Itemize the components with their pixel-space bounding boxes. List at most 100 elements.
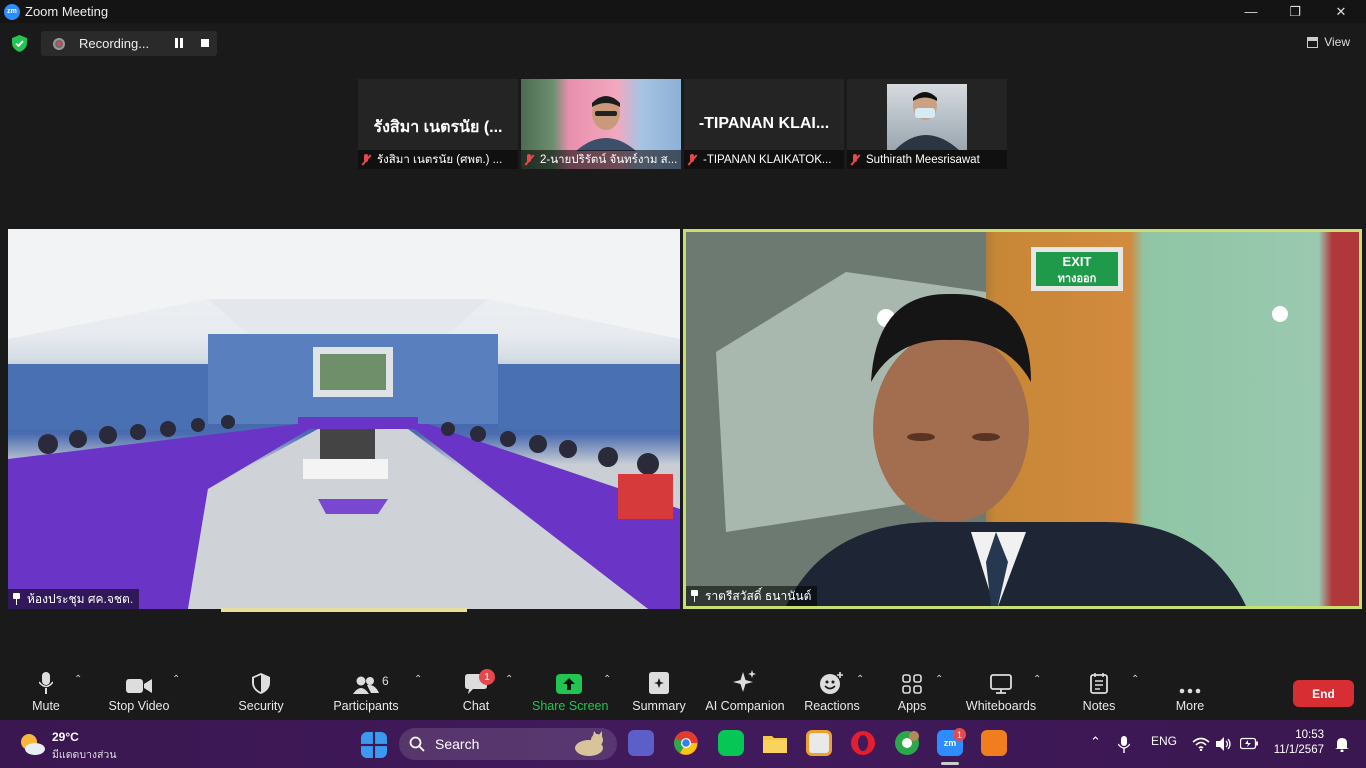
stop-video-label: Stop Video [108, 699, 170, 713]
reactions-label: Reactions [804, 699, 860, 713]
taskbar-search-box[interactable]: Search [399, 728, 617, 760]
video-camera-icon [126, 679, 152, 693]
participant-name: Suthirath Meesrisawat [866, 153, 980, 166]
notes-button[interactable]: Notes [1080, 660, 1118, 720]
show-hidden-icons-chevron-icon[interactable]: ⌃ [1090, 734, 1101, 750]
participant-name: 2-นายปริรัตน์ จันทร์งาม ส... [540, 153, 678, 166]
participant-video-icon [576, 96, 636, 151]
participant-big-name: -TIPANAN KLAI... [698, 115, 830, 132]
participant-name-bar: 2-นายปริรัตน์ จันทร์งาม ส... [521, 150, 681, 169]
partly-sunny-icon [21, 734, 45, 755]
share-screen-button[interactable]: Share Screen [532, 660, 609, 720]
muted-mic-icon [850, 153, 861, 166]
audio-options-chevron-icon[interactable]: ⌃ [74, 674, 82, 685]
weather-widget[interactable]: 29°C มีแดดบางส่วน [18, 730, 128, 761]
participants-count: 6 [382, 674, 389, 688]
battery-charging-icon[interactable] [1240, 737, 1258, 750]
tray-microphone-icon[interactable] [1118, 736, 1130, 753]
wifi-icon[interactable] [1192, 737, 1210, 751]
teams-app-icon[interactable] [628, 730, 654, 756]
summary-document-icon [649, 672, 669, 694]
recording-label: Recording... [79, 36, 150, 51]
exit-sign-thai-text: ทางออก [1058, 273, 1097, 285]
more-label: More [1175, 699, 1205, 713]
opera-browser-icon[interactable] [850, 730, 876, 756]
video-options-chevron-icon[interactable]: ⌃ [172, 674, 180, 685]
participants-label: Participants [333, 699, 399, 713]
apps-options-chevron-icon[interactable]: ⌃ [935, 674, 943, 685]
share-screen-icon [556, 674, 582, 694]
chrome-profile-app-icon[interactable] [894, 730, 920, 756]
search-highlight-cat-icon [575, 731, 603, 756]
stop-video-button[interactable]: Stop Video [106, 660, 172, 720]
windows-taskbar: 29°C มีแดดบางส่วน Search zm 1 ⌃ ENG 10:5… [0, 720, 1366, 768]
participant-tile[interactable]: -TIPANAN KLAI... -TIPANAN KLAIKATOK... [684, 79, 844, 169]
notes-options-chevron-icon[interactable]: ⌃ [1131, 674, 1139, 685]
chat-options-chevron-icon[interactable]: ⌃ [505, 674, 513, 685]
video-tile-active-speaker[interactable]: EXIT ทางออก ราตรีสวัสดิ์ ธนานันต์ [683, 229, 1362, 609]
more-button[interactable]: More [1170, 660, 1210, 720]
share-options-chevron-icon[interactable]: ⌃ [603, 674, 611, 685]
video-participant-name: ราตรีสวัสดิ์ ธนานันต์ [705, 588, 812, 603]
reactions-options-chevron-icon[interactable]: ⌃ [856, 674, 864, 685]
chat-label: Chat [462, 699, 490, 713]
video-name-label: ห้องประชุม ศค.จชต. [8, 589, 140, 609]
chat-unread-badge: 1 [479, 669, 495, 685]
participant-name: -TIPANAN KLAIKATOK... [703, 153, 832, 166]
pause-recording-icon[interactable] [174, 38, 184, 49]
search-label: Search [435, 736, 480, 752]
maximize-button[interactable]: ❐ [1272, 0, 1318, 23]
meeting-toolbar: Mute ⌃ Stop Video ⌃ Security 6 Participa… [0, 660, 1366, 720]
notes-label: Notes [1082, 699, 1116, 713]
close-button[interactable]: ✕ [1318, 0, 1364, 23]
active-app-indicator [941, 762, 959, 765]
whiteboards-button[interactable]: Whiteboards [964, 660, 1038, 720]
summary-button[interactable]: Summary [630, 660, 688, 720]
recording-dot-icon [53, 37, 65, 50]
participant-tile[interactable]: รังสิมา เนตรนัย (... รังสิมา เนตรนัย (ศพ… [358, 79, 518, 169]
muted-mic-icon [687, 153, 698, 166]
participant-name: รังสิมา เนตรนัย (ศพต.) ... [377, 153, 503, 166]
pin-icon [12, 593, 21, 605]
participant-strip: รังสิมา เนตรนัย (... รังสิมา เนตรนัย (ศพ… [358, 79, 1007, 169]
line-app-icon[interactable] [718, 730, 744, 756]
reactions-button[interactable]: Reactions [804, 660, 860, 720]
participants-button[interactable]: 6 Participants [330, 660, 402, 720]
exit-sign-text: EXIT [1063, 254, 1092, 269]
chrome-app-icon[interactable] [673, 730, 699, 756]
notification-bell-icon[interactable] [1334, 736, 1350, 752]
clock-time: 10:53 [1295, 729, 1324, 741]
stop-recording-icon[interactable] [201, 39, 209, 47]
view-button[interactable]: View [1307, 35, 1350, 49]
whiteboards-options-chevron-icon[interactable]: ⌃ [1033, 674, 1041, 685]
participant-tile[interactable]: 2-นายปริรัตน์ จันทร์งาม ส... [521, 79, 681, 169]
minimize-button[interactable]: — [1228, 0, 1274, 23]
view-label: View [1324, 35, 1350, 49]
chat-button[interactable]: Chat 1 [456, 660, 496, 720]
muted-mic-icon [524, 153, 535, 166]
video-name-label: ราตรีสวัสดิ์ ธนานันต์ [686, 586, 818, 606]
notes-icon [1090, 673, 1108, 694]
participants-options-chevron-icon[interactable]: ⌃ [414, 674, 422, 685]
volume-icon[interactable] [1216, 737, 1232, 751]
windows-start-icon[interactable] [361, 732, 387, 758]
security-button[interactable]: Security [236, 660, 286, 720]
input-language[interactable]: ENG [1151, 734, 1177, 748]
participant-big-name: รังสิมา เนตรนัย (... [373, 119, 503, 136]
clock[interactable]: 10:53 11/1/2567 [1272, 729, 1324, 756]
video-tile-conference-room[interactable]: ห้องประชุม ศค.จชต. [8, 229, 680, 609]
apps-button[interactable]: Apps [894, 660, 930, 720]
encryption-shield-icon[interactable] [12, 35, 27, 52]
share-screen-label: Share Screen [532, 699, 609, 713]
mute-button[interactable]: Mute [20, 660, 72, 720]
meeting-topbar: Recording... View [0, 23, 1366, 63]
pin-icon [690, 590, 699, 602]
ai-companion-button[interactable]: AI Companion [704, 660, 786, 720]
orange-app-icon[interactable] [981, 730, 1007, 756]
participant-tile[interactable]: Suthirath Meesrisawat [847, 79, 1007, 169]
file-explorer-icon[interactable] [762, 730, 788, 756]
participants-icon [353, 676, 379, 694]
end-meeting-button[interactable]: End [1293, 680, 1354, 707]
clock-date: 11/1/2567 [1273, 744, 1324, 756]
media-player-icon[interactable] [806, 730, 832, 756]
